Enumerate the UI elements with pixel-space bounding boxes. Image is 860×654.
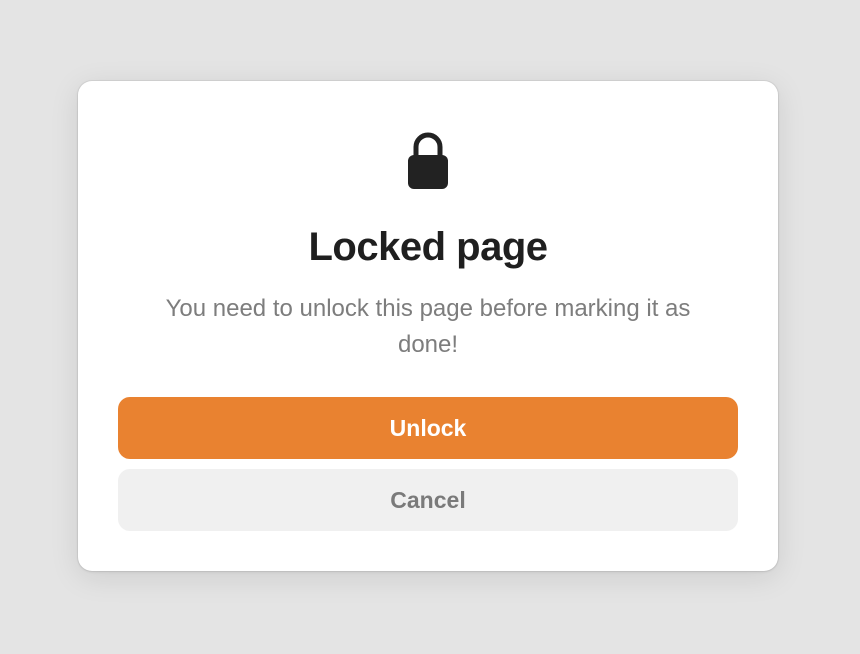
cancel-button[interactable]: Cancel [118, 469, 738, 531]
locked-page-dialog: Locked page You need to unlock this page… [78, 81, 778, 571]
lock-icon [408, 132, 448, 189]
dialog-title: Locked page [308, 225, 548, 269]
unlock-button[interactable]: Unlock [118, 397, 738, 459]
dialog-message: You need to unlock this page before mark… [165, 295, 691, 358]
